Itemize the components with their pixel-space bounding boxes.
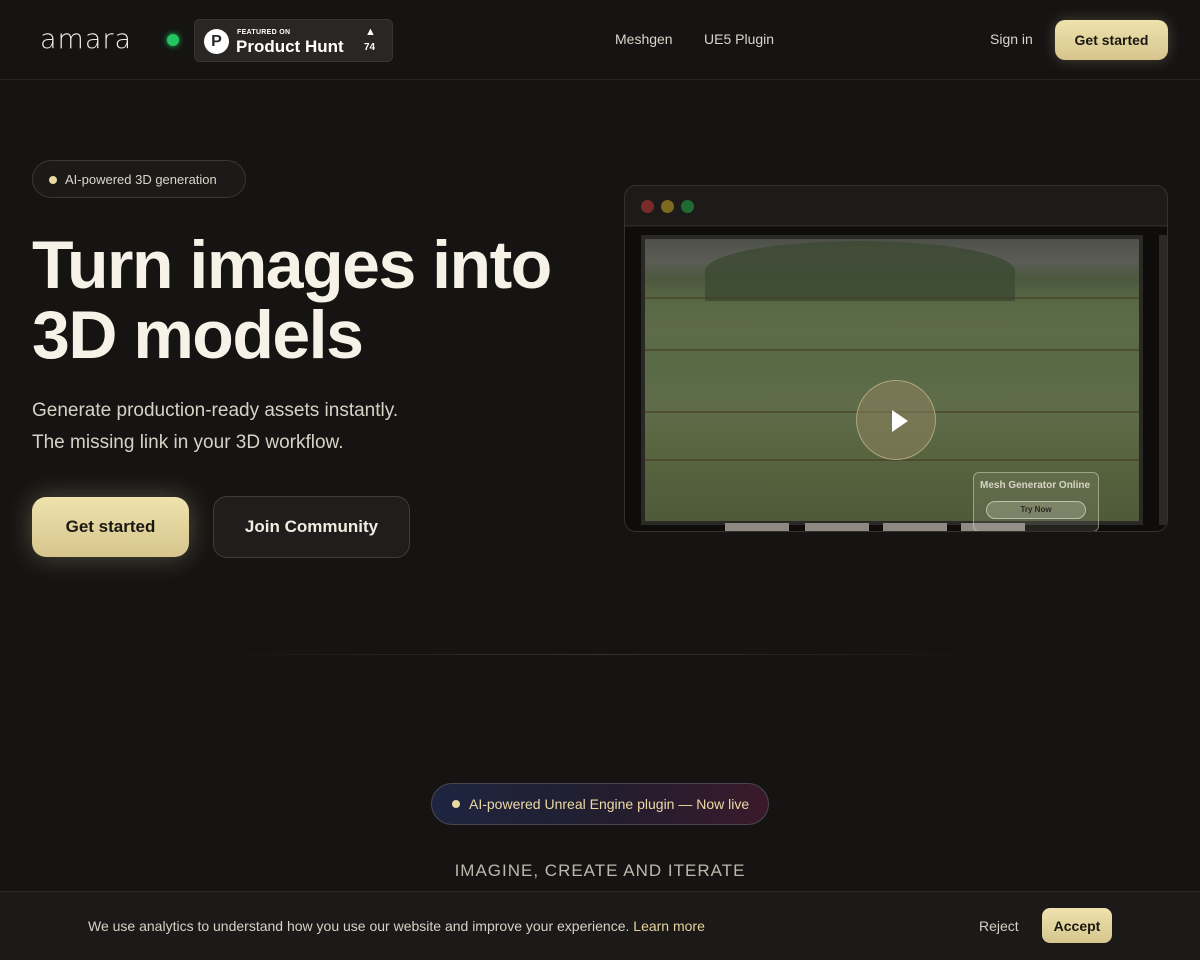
hero-title-line-2: 3D models	[32, 297, 364, 373]
plugin-badge[interactable]: AI-powered Unreal Engine plugin — Now li…	[431, 783, 769, 825]
nav-link-ue5-plugin[interactable]: UE5 Plugin	[704, 31, 774, 47]
upvote-arrow-icon: ▲	[365, 26, 376, 38]
product-hunt-icon: P	[204, 29, 229, 54]
cookie-text: We use analytics to understand how you u…	[88, 918, 705, 934]
learn-more-link[interactable]: Learn more	[633, 918, 705, 934]
mesh-overlay-title: Mesh Generator Online	[980, 480, 1091, 491]
section-divider	[200, 654, 1000, 655]
play-icon	[892, 410, 908, 432]
hero-subtitle-line-1: Generate production-ready assets instant…	[32, 400, 399, 421]
mesh-generator-overlay: Mesh Generator Online Try Now	[973, 472, 1099, 531]
window-close-dot	[641, 200, 654, 213]
hero-get-started-button[interactable]: Get started	[32, 497, 189, 557]
badge-dot	[49, 176, 57, 184]
window-minimize-dot	[661, 200, 674, 213]
ph-upvote-count: 74	[364, 42, 376, 53]
hero-title-line-1: Turn images into	[32, 227, 552, 303]
join-community-button[interactable]: Join Community	[213, 496, 410, 558]
hero-subtitle-line-2: The missing link in your 3D workflow.	[32, 432, 344, 453]
hero-title: Turn images into 3D models	[32, 230, 592, 370]
landscape-hill	[705, 241, 1015, 301]
sign-in-link[interactable]: Sign in	[990, 31, 1033, 47]
accept-button[interactable]: Accept	[1042, 908, 1112, 943]
amara-logo[interactable]: amara	[40, 24, 132, 55]
video-thumb-strip	[725, 523, 789, 531]
ph-name: Product Hunt	[236, 37, 344, 56]
cookie-message: We use analytics to understand how you u…	[88, 918, 634, 934]
play-button[interactable]	[856, 380, 936, 460]
window-maximize-dot	[681, 200, 694, 213]
hero-badge-text: AI-powered 3D generation	[65, 172, 217, 187]
ph-featured-label: FEATURED ON	[237, 29, 291, 36]
top-nav: amara P FEATURED ON Product Hunt ▲ 74 Me…	[0, 0, 1200, 80]
video-player[interactable]: Mesh Generator Online Try Now	[625, 227, 1167, 531]
cookie-banner: We use analytics to understand how you u…	[0, 891, 1200, 960]
hero-badge: AI-powered 3D generation	[32, 160, 246, 198]
nav-get-started-button[interactable]: Get started	[1055, 20, 1168, 60]
nav-link-meshgen[interactable]: Meshgen	[615, 31, 673, 47]
hero-subtitle: Generate production-ready assets instant…	[32, 395, 552, 459]
window-titlebar	[625, 186, 1167, 226]
try-now-button: Try Now	[986, 501, 1086, 519]
video-thumb-strip	[883, 523, 947, 531]
reject-button[interactable]: Reject	[979, 918, 1019, 934]
plugin-badge-dot	[452, 800, 460, 808]
video-preview-window: Mesh Generator Online Try Now	[624, 185, 1168, 532]
plugin-badge-text: AI-powered Unreal Engine plugin — Now li…	[469, 796, 750, 812]
status-online-dot	[167, 34, 179, 46]
section-tagline: IMAGINE, CREATE AND ITERATE	[454, 861, 746, 880]
product-hunt-badge[interactable]: P FEATURED ON Product Hunt ▲ 74	[194, 19, 393, 62]
video-thumb-strip	[805, 523, 869, 531]
